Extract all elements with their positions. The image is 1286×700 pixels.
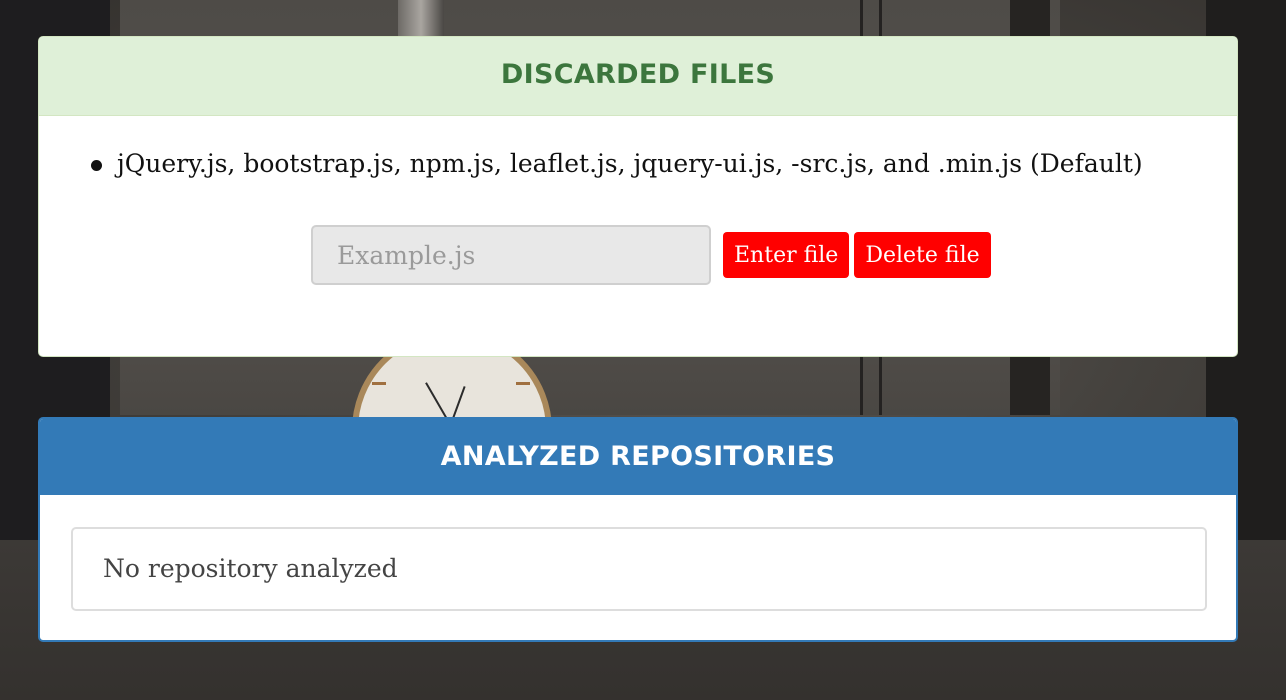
background-watch-strap	[398, 0, 444, 40]
watch-marker	[516, 382, 530, 385]
discarded-files-panel: DISCARDED FILES jQuery.js, bootstrap.js,…	[38, 36, 1238, 357]
repository-list-empty-state: No repository analyzed	[71, 527, 1207, 611]
list-item: jQuery.js, bootstrap.js, npm.js, leaflet…	[91, 149, 1143, 178]
discarded-files-title: DISCARDED FILES	[39, 37, 1237, 116]
file-form: Enter file Delete file	[311, 225, 991, 285]
file-name-input[interactable]	[311, 225, 711, 285]
discarded-files-list: jQuery.js, bootstrap.js, npm.js, leaflet…	[91, 149, 1143, 178]
analyzed-repositories-panel: ANALYZED REPOSITORIES No repository anal…	[38, 417, 1238, 642]
bullet-icon	[91, 160, 102, 171]
enter-file-button[interactable]: Enter file	[723, 232, 850, 278]
analyzed-repositories-title: ANALYZED REPOSITORIES	[40, 419, 1236, 495]
list-item-text: jQuery.js, bootstrap.js, npm.js, leaflet…	[117, 149, 1143, 178]
watch-marker	[372, 382, 386, 385]
delete-file-button[interactable]: Delete file	[854, 232, 991, 278]
